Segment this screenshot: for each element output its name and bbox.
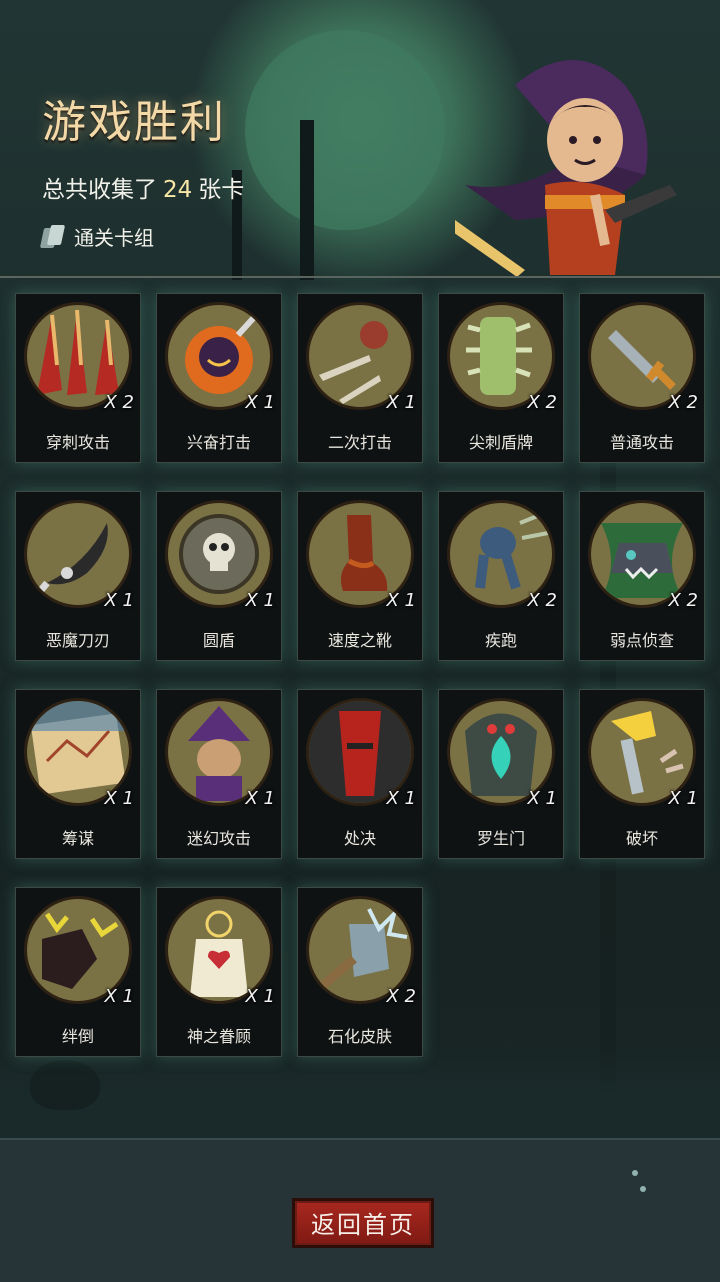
card-name: 处决 — [343, 829, 376, 848]
card-name: 罗生门 — [476, 829, 525, 848]
card-name: 普通攻击 — [609, 433, 674, 452]
return-home-button[interactable]: 返回首页 — [292, 1198, 434, 1248]
card-item[interactable]: X 1 罗生门 — [438, 689, 564, 859]
collected-prefix: 总共收集了 — [42, 177, 157, 203]
card-count: X 2 — [386, 986, 416, 1007]
card-count: X 2 — [668, 392, 698, 413]
card-item[interactable]: X 1 神之眷顾 — [156, 887, 282, 1057]
header-divider — [0, 276, 720, 278]
card-item[interactable]: X 1 圆盾 — [156, 491, 282, 661]
card-item[interactable]: X 1 筹谋 — [15, 689, 141, 859]
card-item[interactable]: X 2 疾跑 — [438, 491, 564, 661]
card-item[interactable]: X 2 普通攻击 — [579, 293, 705, 463]
hooded-hero-illustration — [455, 60, 677, 277]
card-item[interactable]: X 1 恶魔刀刃 — [15, 491, 141, 661]
card-name: 兴奋打击 — [186, 433, 251, 452]
card-name: 弱点侦查 — [609, 631, 674, 650]
card-name: 筹谋 — [61, 829, 94, 848]
moon-decoration — [245, 30, 445, 230]
card-count: X 1 — [386, 788, 416, 809]
card-name: 石化皮肤 — [327, 1027, 392, 1046]
card-name: 绊倒 — [61, 1027, 94, 1046]
card-item[interactable]: X 1 破坏 — [579, 689, 705, 859]
card-name: 恶魔刀刃 — [45, 631, 110, 650]
cards-icon — [39, 224, 66, 250]
card-item[interactable]: X 2 弱点侦查 — [579, 491, 705, 661]
card-name: 疾跑 — [484, 631, 517, 650]
card-name: 速度之靴 — [327, 631, 392, 650]
card-count: X 1 — [668, 788, 698, 809]
card-item[interactable]: X 2 穿刺攻击 — [15, 293, 141, 463]
card-count: X 1 — [104, 590, 134, 611]
card-name: 二次打击 — [327, 433, 392, 452]
card-item[interactable]: X 1 迷幻攻击 — [156, 689, 282, 859]
card-count: X 1 — [386, 590, 416, 611]
card-count: X 1 — [245, 986, 275, 1007]
card-count: X 2 — [668, 590, 698, 611]
card-count: X 1 — [245, 590, 275, 611]
deck-label: 通关卡组 — [74, 226, 154, 250]
glow-decoration — [632, 1170, 638, 1176]
card-item[interactable]: X 2 尖刺盾牌 — [438, 293, 564, 463]
card-item[interactable]: X 1 二次打击 — [297, 293, 423, 463]
card-name: 迷幻攻击 — [186, 829, 251, 848]
tree-decoration — [300, 120, 314, 280]
card-name: 尖刺盾牌 — [468, 433, 533, 452]
card-item[interactable]: X 1 绊倒 — [15, 887, 141, 1057]
card-count: X 1 — [104, 788, 134, 809]
card-count: X 1 — [245, 788, 275, 809]
card-count: X 2 — [527, 590, 557, 611]
deck-button[interactable]: 通关卡组 — [39, 222, 154, 251]
card-count: X 1 — [245, 392, 275, 413]
collected-count: 24 — [163, 177, 193, 203]
card-count: X 2 — [527, 392, 557, 413]
collected-summary: 总共收集了 24 张卡 — [42, 170, 244, 204]
card-name: 穿刺攻击 — [45, 433, 110, 452]
card-name: 圆盾 — [202, 631, 235, 650]
card-name: 破坏 — [625, 829, 658, 848]
card-item[interactable]: X 1 速度之靴 — [297, 491, 423, 661]
card-count: X 2 — [104, 392, 134, 413]
card-count: X 1 — [104, 986, 134, 1007]
card-count: X 1 — [386, 392, 416, 413]
card-item[interactable]: X 1 处决 — [297, 689, 423, 859]
skull-decoration — [30, 1060, 100, 1110]
card-item[interactable]: X 1 兴奋打击 — [156, 293, 282, 463]
card-count: X 1 — [527, 788, 557, 809]
card-item[interactable]: X 2 石化皮肤 — [297, 887, 423, 1057]
card-name: 神之眷顾 — [186, 1027, 251, 1046]
collected-suffix: 张卡 — [198, 177, 245, 203]
glow-decoration — [640, 1186, 646, 1192]
page-title: 游戏胜利 — [42, 97, 226, 148]
